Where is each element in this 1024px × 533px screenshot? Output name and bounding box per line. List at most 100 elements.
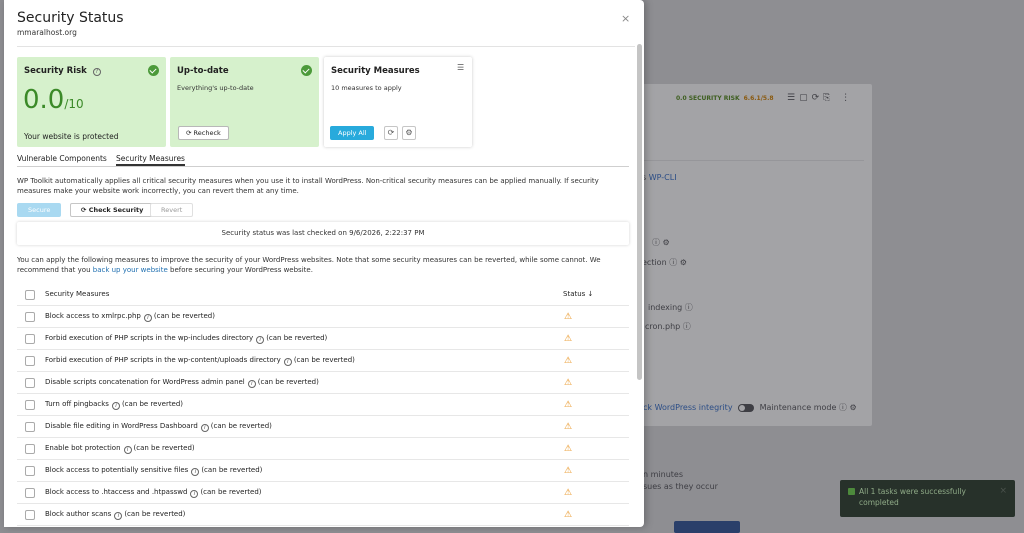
row-checkbox[interactable] <box>25 488 35 498</box>
revert-note: (can be reverted) <box>121 400 184 408</box>
measure-name: Forbid execution of PHP scripts in the w… <box>45 334 254 342</box>
toast-close-icon[interactable]: × <box>999 486 1007 497</box>
revert-note: (can be reverted) <box>124 510 186 518</box>
toast-check-icon <box>848 488 855 495</box>
table-row: Block access to potentially sensitive fi… <box>17 460 629 482</box>
risk-score: 0.0/10 <box>23 85 84 115</box>
measure-name: Forbid execution of PHP scripts in the w… <box>45 356 281 364</box>
background-row: ection ⓘ ⚙ <box>642 258 687 267</box>
background-row: sues as they occur <box>643 482 718 491</box>
background-risk-badge: 0.0 SECURITY RISK 6.6.1/5.8 <box>676 95 774 102</box>
tab-vulnerable-components[interactable]: Vulnerable Components <box>17 154 107 166</box>
secure-button[interactable]: Secure <box>17 203 62 217</box>
security-measures-card: Security Measures ☰ 10 measures to apply… <box>324 57 472 147</box>
info-icon[interactable]: i <box>111 402 120 410</box>
gear-icon[interactable]: ⚙ <box>402 126 416 140</box>
background-row: ⓘ ⚙ <box>652 238 670 247</box>
revert-note: (can be reverted) <box>293 356 355 364</box>
up-to-date-desc: Everything's up-to-date <box>177 84 254 92</box>
modal-subtitle: mmaralhost.org <box>17 28 77 37</box>
row-checkbox[interactable] <box>25 356 35 366</box>
row-checkbox[interactable] <box>25 400 35 410</box>
last-checked-panel: Security status was last checked on 9/6/… <box>17 222 629 245</box>
background-row: s WP-CLI <box>642 173 677 182</box>
table-row: Block access to xmlrpc.php i (can be rever… <box>17 306 629 328</box>
revert-note: (can be reverted) <box>133 444 195 452</box>
row-checkbox[interactable] <box>25 378 35 388</box>
info-icon[interactable]: i <box>200 424 209 432</box>
background-row: n minutes <box>643 470 683 479</box>
tabs: Vulnerable Components Security Measures <box>17 154 629 167</box>
revert-note: (can be reverted) <box>266 334 328 342</box>
close-icon[interactable]: × <box>621 12 630 25</box>
warning-icon: ⚠ <box>564 378 573 388</box>
modal-title: Security Status <box>17 10 124 26</box>
row-checkbox[interactable] <box>25 334 35 344</box>
measure-name: Block access to xmlrpc.php <box>45 312 141 320</box>
revert-note: (can be reverted) <box>200 488 262 496</box>
apply-info-text: You can apply the following measures to … <box>17 256 601 274</box>
check-icon <box>301 65 312 76</box>
security-risk-title: Security Risk <box>24 66 87 76</box>
sliders-icon[interactable]: ☰ <box>457 63 464 72</box>
tab-security-measures[interactable]: Security Measures <box>116 154 185 166</box>
table-row: Forbid execution of PHP scripts in the w… <box>17 328 629 350</box>
revert-note: (can be reverted) <box>210 422 272 430</box>
warning-icon: ⚠ <box>564 334 573 344</box>
refresh-icon[interactable]: ⟳ <box>384 126 398 140</box>
table-row: Turn off pingbacks i (can be reverted) ⚠ <box>17 394 629 416</box>
warning-icon: ⚠ <box>564 312 573 322</box>
background-row: indexing ⓘ <box>648 303 693 312</box>
check-icon <box>148 65 159 76</box>
info-icon[interactable]: i <box>191 468 200 476</box>
column-header-measures: Security Measures <box>45 290 110 298</box>
measure-name: Turn off pingbacks <box>45 400 109 408</box>
select-all-checkbox[interactable] <box>25 290 35 300</box>
backup-link[interactable]: back up your website <box>93 266 168 274</box>
refresh-icon: ⟳ <box>186 129 192 137</box>
warning-icon: ⚠ <box>564 422 573 432</box>
background-divider <box>636 160 864 161</box>
revert-note: (can be reverted) <box>201 466 263 474</box>
revert-button[interactable]: Revert <box>150 203 194 217</box>
info-icon[interactable]: i <box>256 336 265 344</box>
row-checkbox[interactable] <box>25 312 35 322</box>
warning-icon: ⚠ <box>564 488 573 498</box>
row-checkbox[interactable] <box>25 510 35 520</box>
measure-name: Enable bot protection <box>45 444 121 452</box>
row-checkbox[interactable] <box>25 422 35 432</box>
info-icon[interactable]: i <box>114 512 123 520</box>
row-checkbox[interactable] <box>25 444 35 454</box>
info-icon[interactable]: i <box>123 446 132 454</box>
measure-name: Block author scans <box>45 510 112 518</box>
check-security-button[interactable]: ⟳ Check Security <box>70 203 155 217</box>
warning-icon: ⚠ <box>564 510 573 520</box>
risk-note: Your website is protected <box>24 132 119 141</box>
warning-icon: ⚠ <box>564 466 573 476</box>
row-checkbox[interactable] <box>25 466 35 476</box>
info-icon[interactable]: i <box>143 314 152 322</box>
refresh-icon: ⟳ <box>81 206 87 214</box>
measure-name: Block access to .htaccess and .htpasswd <box>45 488 188 496</box>
apply-all-button[interactable]: Apply All <box>330 126 375 140</box>
info-icon[interactable]: i <box>247 380 256 388</box>
info-icon[interactable]: i <box>283 358 292 366</box>
info-icon[interactable]: i <box>190 490 199 498</box>
warning-icon: ⚠ <box>564 400 573 410</box>
background-button <box>674 521 740 533</box>
warning-icon: ⚠ <box>564 444 573 454</box>
table-row: Block author scans i (can be reverted) ⚠ <box>17 504 629 526</box>
table-row: Disable scripts concatenation for WordPr… <box>17 372 629 394</box>
table-row: Block access to .htaccess and .htpasswd i… <box>17 482 629 504</box>
toast-notification: All 1 tasks were successfully completed … <box>840 480 1015 517</box>
recheck-button[interactable]: ⟳ Recheck <box>178 126 229 140</box>
measure-name: Disable scripts concatenation for WordPr… <box>45 378 245 386</box>
security-status-modal: Security Status mmaralhost.org × Securit… <box>4 0 644 527</box>
column-header-status[interactable]: Status ↓ <box>563 290 593 298</box>
up-to-date-title: Up-to-date <box>177 66 229 76</box>
table-header: Security Measures Status ↓ <box>17 284 629 306</box>
help-icon[interactable]: ? <box>92 68 101 76</box>
intro-text: WP Toolkit automatically applies all cri… <box>17 177 599 195</box>
background-toolbar-icons: ☰▢⟳⎘ ⋮ <box>787 93 855 103</box>
modal-scrollbar[interactable] <box>637 44 642 380</box>
